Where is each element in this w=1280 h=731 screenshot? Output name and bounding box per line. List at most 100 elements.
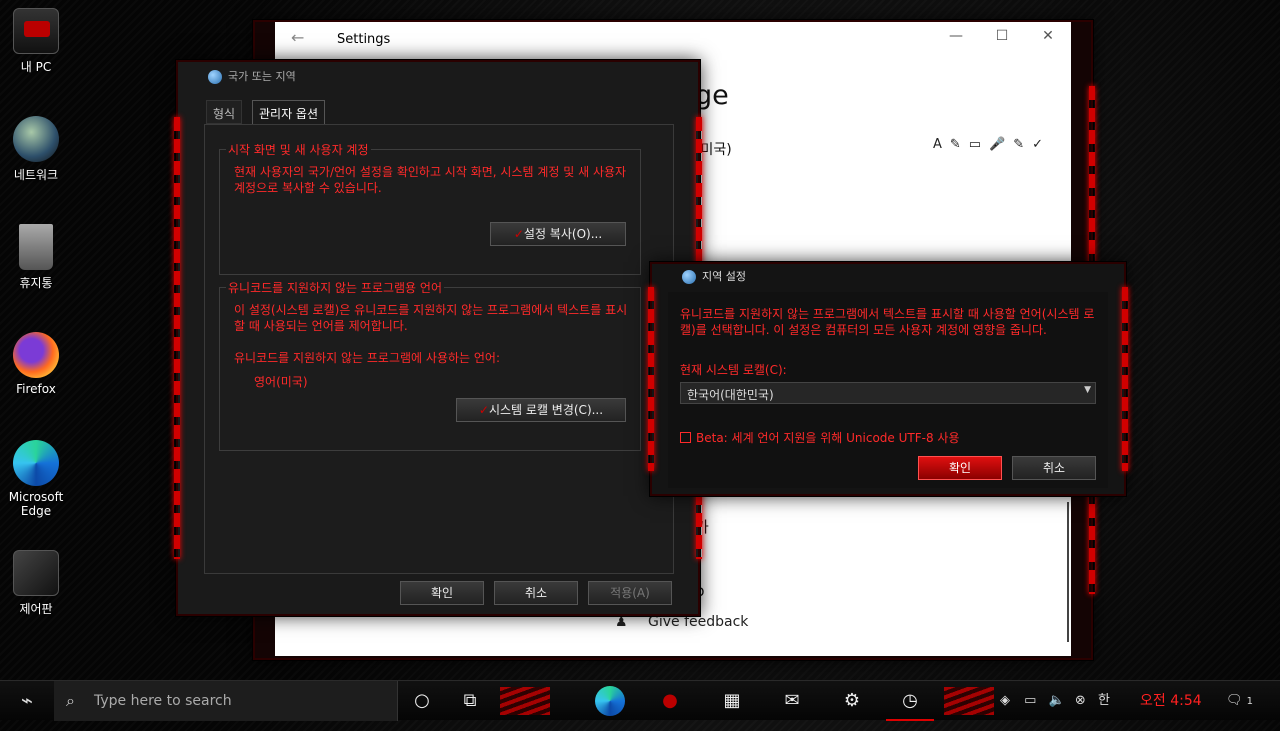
give-feedback-link[interactable]: ♟ Give feedback xyxy=(615,614,748,630)
volume-icon[interactable]: 🔈 xyxy=(1049,693,1065,708)
start-button[interactable]: ⌁ xyxy=(0,681,54,721)
dialog-title: 지역 설정 xyxy=(702,270,746,283)
game-app-button[interactable]: ● xyxy=(646,681,694,721)
utf8-beta-checkbox[interactable]: Beta: 세계 언어 지원을 위해 Unicode UTF-8 사용 xyxy=(680,430,960,446)
region-settings-dialog[interactable]: 지역 설정 유니코드를 지원하지 않는 프로그램에서 텍스트를 표시할 때 사용… xyxy=(648,262,1128,496)
select-value: 한국어(대한민국) xyxy=(687,388,774,402)
welcome-screen-group: 시작 화면 및 새 사용자 계정 현재 사용자의 국가/언어 설정을 확인하고 … xyxy=(219,141,641,275)
computer-icon xyxy=(13,8,59,54)
tab-label: 형식 xyxy=(213,107,236,121)
desktop-icon-label: 휴지통 xyxy=(19,276,53,290)
chevron-down-icon: ▼ xyxy=(1084,385,1091,395)
dialog-body: 유니코드를 지원하지 않는 프로그램에서 텍스트를 표시할 때 사용할 언어(시… xyxy=(668,292,1108,488)
apply-button[interactable]: 적용(A) xyxy=(588,581,672,605)
ok-button[interactable]: 확인 xyxy=(400,581,484,605)
minimize-icon[interactable]: — xyxy=(941,28,971,44)
button-label: 확인 xyxy=(948,461,972,475)
group-title: 유니코드를 지원하지 않는 프로그램용 언어 xyxy=(226,279,444,296)
system-locale-select[interactable]: 한국어(대한민국) ▼ xyxy=(680,382,1096,404)
tab-label: 관리자 옵션 xyxy=(259,107,319,121)
current-language-label: 유니코드를 지원하지 않는 프로그램에 사용하는 언어: xyxy=(234,351,500,365)
dialog-title: 국가 또는 지역 xyxy=(228,70,296,83)
shield-icon: ✓ xyxy=(513,227,524,241)
edge-icon xyxy=(595,686,625,716)
network-icon xyxy=(13,116,59,162)
region-taskbar-button[interactable]: ◷ xyxy=(886,681,934,721)
clock[interactable]: 오전 4:54 xyxy=(1140,681,1202,721)
helmet-icon: ● xyxy=(662,690,678,711)
tab-panel: 시작 화면 및 새 사용자 계정 현재 사용자의 국가/언어 설정을 확인하고 … xyxy=(204,124,674,574)
decorative-stripe xyxy=(500,687,550,715)
gear-icon: ⚙ xyxy=(843,690,861,711)
cancel-button[interactable]: 취소 xyxy=(1012,456,1096,480)
desktop-icon-label: Firefox xyxy=(16,382,56,396)
notification-button[interactable]: 🗨 1 xyxy=(1226,681,1253,721)
desktop-icon-network[interactable]: 네트워크 xyxy=(4,116,68,183)
decorative-stripe xyxy=(944,687,994,715)
rog-tray-icon[interactable]: ◈ xyxy=(1000,693,1010,708)
ok-button[interactable]: 확인 xyxy=(918,456,1002,480)
button-label: 설정 복사(O)... xyxy=(523,227,603,241)
settings-taskbar-button[interactable]: ⚙ xyxy=(828,681,876,721)
checkbox-icon xyxy=(680,432,691,443)
rog-logo-icon: ⌁ xyxy=(20,688,34,712)
current-locale-label: 현재 시스템 로캘(C): xyxy=(680,363,787,377)
change-system-locale-button[interactable]: ✓시스템 로캘 변경(C)... xyxy=(456,398,626,422)
locale-description: 유니코드를 지원하지 않는 프로그램에서 텍스트를 표시할 때 사용할 언어(시… xyxy=(680,307,1095,337)
edge-taskbar-button[interactable] xyxy=(586,681,634,721)
desktop-icon-label: 내 PC xyxy=(20,60,52,74)
desktop-icon-recycle-bin[interactable]: 휴지통 xyxy=(4,224,68,291)
circle-icon: ○ xyxy=(414,690,430,711)
firefox-icon xyxy=(13,332,59,378)
copy-settings-button[interactable]: ✓설정 복사(O)... xyxy=(490,222,626,246)
desktop-icon-firefox[interactable]: Firefox xyxy=(4,332,68,396)
search-icon: ⌕ xyxy=(66,691,75,710)
globe-clock-icon: ◷ xyxy=(902,690,918,711)
search-placeholder: Type here to search xyxy=(94,693,232,709)
group-title: 시작 화면 및 새 사용자 계정 xyxy=(226,141,371,158)
control-panel-icon xyxy=(13,550,59,596)
close-circle-icon[interactable]: ⊗ xyxy=(1075,693,1086,708)
back-arrow-icon[interactable]: ← xyxy=(291,28,304,47)
checkbox-label: Beta: 세계 언어 지원을 위해 Unicode UTF-8 사용 xyxy=(696,431,960,445)
button-label: 적용(A) xyxy=(610,586,650,600)
region-dialog[interactable]: 국가 또는 지역 형식 관리자 옵션 시작 화면 및 새 사용자 계정 현재 사… xyxy=(174,60,702,616)
task-view-icon: ⧉ xyxy=(463,690,477,711)
maximize-icon[interactable]: ☐ xyxy=(987,28,1017,44)
close-icon[interactable]: ✕ xyxy=(1033,28,1063,44)
globe-icon xyxy=(682,270,696,284)
button-label: 시스템 로캘 변경(C)... xyxy=(488,403,604,417)
ime-icon[interactable]: 한 xyxy=(1098,693,1110,708)
desktop-icon-this-pc[interactable]: 내 PC xyxy=(4,8,68,75)
desktop-icon-control-panel[interactable]: 제어판 xyxy=(4,550,68,617)
cancel-button[interactable]: 취소 xyxy=(494,581,578,605)
network-tray-icon[interactable]: ▭ xyxy=(1024,693,1036,708)
search-input[interactable]: ⌕ Type here to search xyxy=(54,681,398,721)
person-icon: ♟ xyxy=(615,614,628,630)
button-label: 취소 xyxy=(524,586,548,600)
language-features-icons: A✎▭🎤✎✓ xyxy=(933,137,1052,152)
cortana-button[interactable]: ○ xyxy=(398,681,446,721)
desktop-icon-label: 네트워크 xyxy=(13,168,59,182)
tab-admin-options[interactable]: 관리자 옵션 xyxy=(252,100,326,124)
notification-count: 1 xyxy=(1246,696,1254,707)
button-label: 확인 xyxy=(430,586,454,600)
task-view-button[interactable]: ⧉ xyxy=(446,681,494,721)
scrollbar[interactable] xyxy=(1067,502,1069,642)
current-language-value: 영어(미국) xyxy=(254,375,308,389)
mail-button[interactable]: ✉ xyxy=(768,681,816,721)
desktop-icon-label: Microsoft Edge xyxy=(8,490,64,518)
globe-icon xyxy=(208,70,222,84)
desktop-icon-label: 제어판 xyxy=(19,602,53,616)
desktop-icon-edge[interactable]: Microsoft Edge xyxy=(4,440,68,518)
non-unicode-group: 유니코드를 지원하지 않는 프로그램용 언어 이 설정(시스템 로캘)은 유니코… xyxy=(219,279,641,451)
settings-title: Settings xyxy=(337,32,391,47)
notification-icon: 🗨 xyxy=(1226,693,1243,708)
page-heading: ge xyxy=(695,80,729,111)
shield-icon: ✓ xyxy=(478,403,489,417)
tab-format[interactable]: 형식 xyxy=(206,100,243,124)
edge-icon xyxy=(13,440,59,486)
group-description: 현재 사용자의 국가/언어 설정을 확인하고 시작 화면, 시스템 계정 및 새… xyxy=(234,165,627,195)
store-button[interactable]: ▦ xyxy=(708,681,756,721)
group-description: 이 설정(시스템 로캘)은 유니코드를 지원하지 않는 프로그램에서 텍스트를 … xyxy=(234,303,628,333)
